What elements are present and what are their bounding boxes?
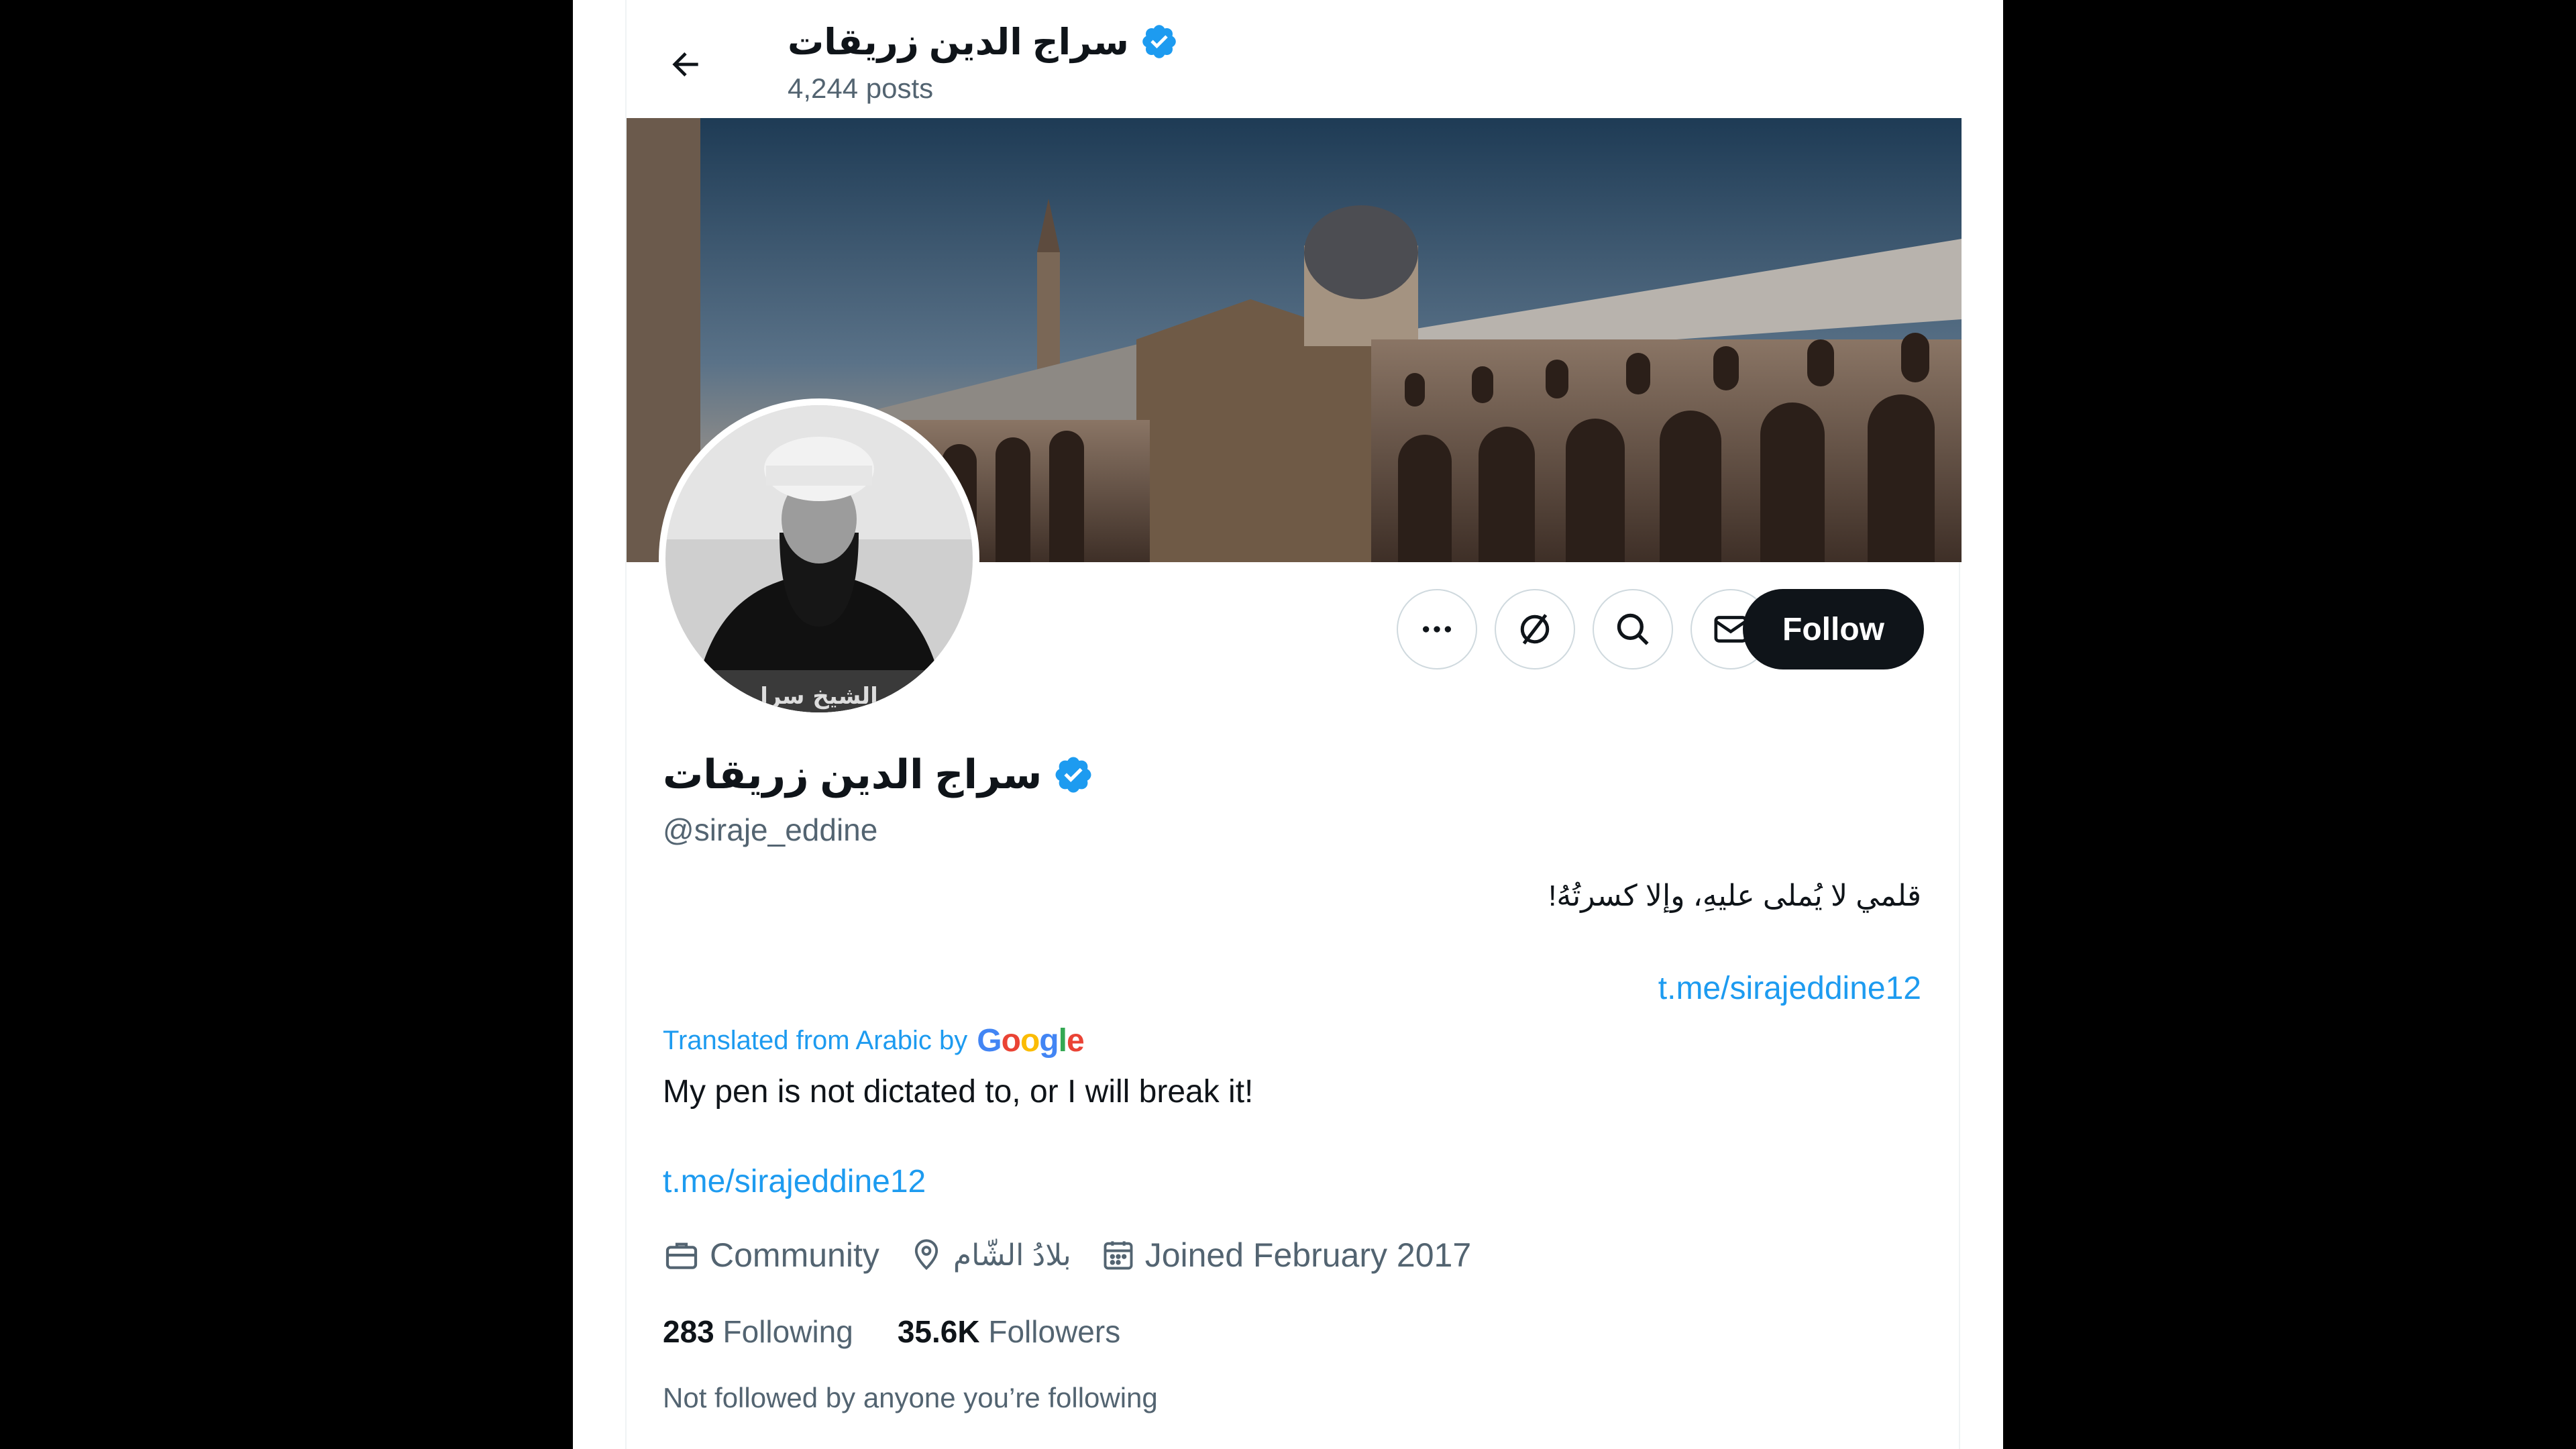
google-logo-icon: Google (977, 1023, 1084, 1059)
header-name: سراج الدين زريقات (788, 21, 1129, 62)
briefcase-icon (665, 1242, 698, 1269)
header-title: سراج الدين زريقات (788, 13, 1179, 70)
profile-header: سراج الدين زريقات 4,244 posts (627, 0, 1962, 118)
back-arrow-icon (672, 52, 698, 76)
post-count: 4,244 posts (788, 72, 934, 104)
profile-name: سراج الدين زريقات (663, 752, 1042, 797)
bio-link-original[interactable]: t.me/sirajeddine12 (1658, 970, 1921, 1007)
page: سراج الدين زريقات 4,244 posts الشيخ سرا … (573, 0, 2003, 1449)
joined-label: Joined February 2017 (1144, 1236, 1472, 1274)
profile-handle: @siraje_eddine (663, 812, 878, 847)
bio-link-translated[interactable]: t.me/sirajeddine12 (663, 1163, 926, 1200)
verified-badge-icon (1142, 25, 1176, 58)
verified-badge-icon[interactable] (1053, 754, 1094, 796)
more-icon (1423, 626, 1451, 633)
location-label: بلادُ الشّام (953, 1238, 1071, 1272)
bio-original: قلمي لا يُملى عليهِ، وإلا كسرتُهُ! (1548, 879, 1921, 912)
mutual-followers-note: Not followed by anyone you’re following (663, 1382, 1158, 1413)
following-count: 283 (663, 1314, 714, 1349)
translation-attribution[interactable]: Translated from Arabic by Google (663, 1022, 1085, 1059)
back-button[interactable] (653, 32, 718, 97)
subscribe-button[interactable] (1495, 589, 1575, 669)
subscribe-icon (1520, 614, 1550, 645)
avatar-caption: الشيخ سرا (760, 683, 877, 710)
following-label: Following (722, 1314, 853, 1349)
followers-label: Followers (988, 1314, 1121, 1349)
search-icon (1617, 613, 1649, 645)
following-link[interactable]: 283 Following (663, 1313, 853, 1350)
avatar-image: الشيخ سرا (665, 405, 973, 712)
follow-button[interactable]: Follow (1743, 589, 1924, 669)
profile-column: سراج الدين زريقات 4,244 posts الشيخ سرا … (625, 0, 1962, 1449)
category-item: Community (663, 1236, 879, 1275)
more-button[interactable] (1397, 589, 1477, 669)
location-item: بلادُ الشّام (909, 1238, 1071, 1273)
profile-name-row: سراج الدين زريقات (663, 745, 1094, 805)
search-button[interactable] (1593, 589, 1673, 669)
calendar-icon (1104, 1241, 1133, 1270)
avatar[interactable]: الشيخ سرا (659, 398, 979, 719)
bio-translated: My pen is not dictated to, or I will bre… (663, 1074, 1254, 1110)
followers-link[interactable]: 35.6K Followers (898, 1313, 1120, 1350)
translation-label: Translated from Arabic by (663, 1026, 968, 1055)
followers-count: 35.6K (897, 1314, 980, 1349)
location-pin-icon (914, 1239, 938, 1271)
joined-item: Joined February 2017 (1101, 1236, 1471, 1275)
follow-counts: 283 Following 35.6K Followers (663, 1313, 1120, 1350)
category-label: Community (710, 1236, 879, 1274)
profile-meta: Community بلادُ الشّام Joined February 2… (663, 1236, 1471, 1275)
